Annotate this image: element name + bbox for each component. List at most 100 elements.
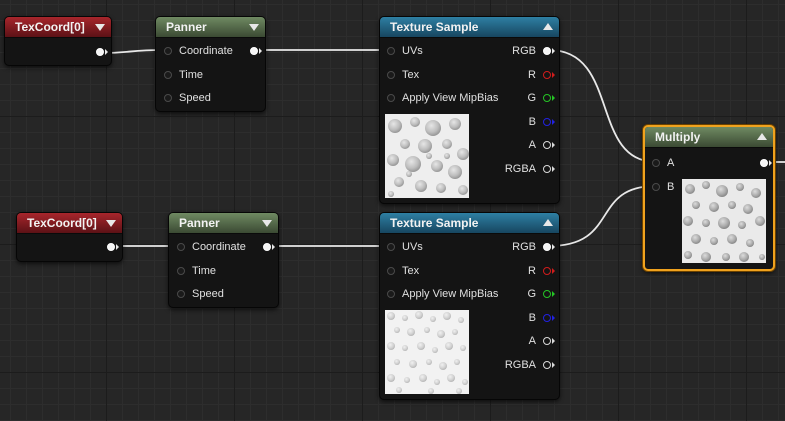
output-pin-g[interactable]: G: [527, 90, 555, 106]
texture-sample-node-top[interactable]: Texture Sample UVs Tex Apply View MipBia…: [379, 16, 560, 204]
input-pin-time[interactable]: Time: [163, 67, 203, 83]
input-pin-uvs[interactable]: UVs: [386, 239, 423, 255]
output-pin-b[interactable]: B: [529, 114, 555, 130]
hollow-circle-icon[interactable]: [387, 71, 395, 79]
output-pin-rgb[interactable]: RGB: [512, 43, 555, 59]
pin-arrow-icon: [259, 48, 262, 54]
node-header[interactable]: Multiply: [645, 127, 773, 148]
output-pin-rgb[interactable]: RGB: [512, 239, 555, 255]
input-pin-time[interactable]: Time: [176, 263, 216, 279]
filled-circle-icon[interactable]: [263, 243, 271, 251]
pin-arrow-icon: [769, 160, 772, 166]
node-header[interactable]: Panner: [156, 17, 265, 38]
hollow-circle-icon[interactable]: [387, 94, 395, 102]
node-header[interactable]: Texture Sample: [380, 213, 559, 234]
pin-label: A: [528, 335, 536, 347]
input-pin-tex[interactable]: Tex: [386, 67, 419, 83]
filled-circle-icon[interactable]: [543, 47, 551, 55]
output-pin-a[interactable]: A: [529, 137, 555, 153]
input-pin-a[interactable]: A: [651, 155, 674, 171]
input-pin-speed[interactable]: Speed: [163, 90, 211, 106]
panner-node-top[interactable]: Panner Coordinate Time Speed: [155, 16, 266, 112]
panner-node-bottom[interactable]: Panner Coordinate Time Speed: [168, 212, 279, 308]
hollow-circle-icon[interactable]: [543, 361, 551, 369]
filled-circle-icon[interactable]: [250, 47, 258, 55]
filled-circle-icon[interactable]: [543, 243, 551, 251]
input-pin-tex[interactable]: Tex: [386, 263, 419, 279]
pin-label: R: [528, 265, 536, 277]
filled-circle-icon[interactable]: [760, 159, 768, 167]
pin-arrow-icon: [552, 268, 555, 274]
output-pin[interactable]: [69, 44, 108, 60]
hollow-circle-icon[interactable]: [652, 183, 660, 191]
chevron-down-icon[interactable]: [249, 24, 259, 31]
chevron-up-icon[interactable]: [543, 23, 553, 30]
chevron-down-icon[interactable]: [106, 220, 116, 227]
output-pin-g[interactable]: G: [527, 286, 555, 302]
input-pin-b[interactable]: B: [651, 179, 674, 195]
node-title: Texture Sample: [390, 216, 479, 230]
hollow-circle-icon[interactable]: [177, 290, 185, 298]
hollow-circle-icon[interactable]: [543, 165, 551, 173]
output-pin[interactable]: [80, 239, 119, 255]
texture-preview: [385, 114, 469, 198]
node-header[interactable]: TexCoord[0]: [17, 213, 122, 234]
pin-arrow-icon: [552, 119, 555, 125]
hollow-circle-icon[interactable]: [177, 243, 185, 251]
pin-label: B: [667, 181, 675, 193]
input-pin-mipbias[interactable]: Apply View MipBias: [386, 286, 498, 302]
pin-label: G: [527, 92, 536, 104]
hollow-circle-icon[interactable]: [543, 94, 551, 102]
hollow-circle-icon[interactable]: [652, 159, 660, 167]
pin-label: Apply View MipBias: [402, 92, 499, 104]
hollow-circle-icon[interactable]: [387, 267, 395, 275]
hollow-circle-icon[interactable]: [543, 267, 551, 275]
hollow-circle-icon[interactable]: [543, 71, 551, 79]
hollow-circle-icon[interactable]: [164, 47, 172, 55]
output-pin[interactable]: [733, 155, 772, 171]
node-header[interactable]: Texture Sample: [380, 17, 559, 38]
pin-label: A: [667, 157, 675, 169]
output-pin[interactable]: [223, 43, 262, 59]
pin-arrow-icon: [552, 291, 555, 297]
output-pin-b[interactable]: B: [529, 310, 555, 326]
pin-label: RGBA: [504, 163, 536, 175]
node-header[interactable]: Panner: [169, 213, 278, 234]
output-pin-r[interactable]: R: [528, 67, 555, 83]
output-pin[interactable]: [236, 239, 275, 255]
pin-label: Tex: [402, 265, 420, 277]
pin-arrow-icon: [552, 142, 555, 148]
hollow-circle-icon[interactable]: [543, 141, 551, 149]
filled-circle-icon[interactable]: [107, 243, 115, 251]
chevron-up-icon[interactable]: [757, 133, 767, 140]
texture-preview: [682, 179, 766, 263]
texture-sample-node-bottom[interactable]: Texture Sample UVs Tex Apply View MipBia…: [379, 212, 560, 400]
chevron-down-icon[interactable]: [95, 24, 105, 31]
hollow-circle-icon[interactable]: [543, 314, 551, 322]
cloud-texture-image: [385, 114, 469, 198]
input-pin-mipbias[interactable]: Apply View MipBias: [386, 90, 498, 106]
node-header[interactable]: TexCoord[0]: [5, 17, 111, 38]
texcoord-node-top[interactable]: TexCoord[0]: [4, 16, 112, 66]
hollow-circle-icon[interactable]: [543, 337, 551, 345]
hollow-circle-icon[interactable]: [387, 47, 395, 55]
hollow-circle-icon[interactable]: [164, 71, 172, 79]
chevron-down-icon[interactable]: [262, 220, 272, 227]
input-pin-speed[interactable]: Speed: [176, 286, 224, 302]
multiply-node[interactable]: Multiply A B: [643, 125, 775, 271]
output-pin-a[interactable]: A: [528, 333, 555, 349]
hollow-circle-icon[interactable]: [387, 243, 395, 251]
hollow-circle-icon[interactable]: [543, 290, 551, 298]
input-pin-uvs[interactable]: UVs: [386, 43, 423, 59]
filled-circle-icon[interactable]: [96, 48, 104, 56]
texture-preview: [385, 310, 469, 394]
hollow-circle-icon[interactable]: [543, 118, 551, 126]
hollow-circle-icon[interactable]: [177, 267, 185, 275]
output-pin-rgba[interactable]: RGBA: [504, 161, 555, 177]
output-pin-r[interactable]: R: [528, 263, 555, 279]
hollow-circle-icon[interactable]: [387, 290, 395, 298]
texcoord-node-bottom[interactable]: TexCoord[0]: [16, 212, 123, 262]
output-pin-rgba[interactable]: RGBA: [505, 357, 555, 373]
chevron-up-icon[interactable]: [543, 219, 553, 226]
hollow-circle-icon[interactable]: [164, 94, 172, 102]
